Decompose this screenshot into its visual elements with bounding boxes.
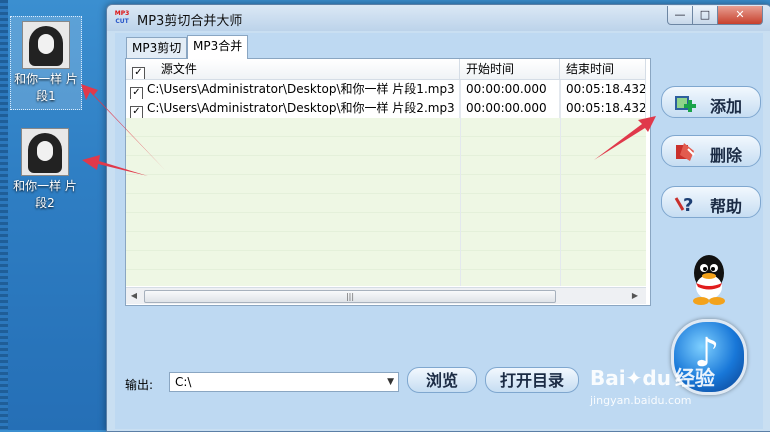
desktop-edge — [0, 0, 8, 430]
delete-button[interactable]: 删除 — [661, 135, 761, 167]
row-checkbox[interactable]: ✓ — [130, 106, 143, 118]
scroll-left-icon[interactable]: ◀ — [128, 290, 140, 302]
title-bar[interactable]: MP3 CUT MP3剪切合并大师 — □ ✕ — [107, 5, 770, 31]
merge-panel: ✓ 源文件 开始时间 结束时间 ✓ C:\Users\Administrator\… — [125, 58, 651, 306]
add-button[interactable]: 添加 — [661, 86, 761, 118]
select-all-checkbox[interactable]: ✓ — [132, 67, 145, 79]
baidu-watermark: Bai✦du 经验 jingyan.baidu.com — [590, 366, 715, 407]
close-button[interactable]: ✕ — [717, 6, 763, 25]
dropdown-arrow-icon[interactable]: ▼ — [387, 373, 394, 391]
app-logo-icon: MP3 CUT — [114, 10, 130, 25]
desktop-file-label: 和你一样 片 段2 — [13, 179, 77, 210]
help-button[interactable]: ? 帮助 — [661, 186, 761, 218]
table-row[interactable]: ✓ C:\Users\Administrator\Desktop\和你一样 片段1… — [126, 80, 646, 99]
desktop-file-label: 和你一样 片 段1 — [14, 72, 78, 103]
delete-file-icon — [676, 143, 695, 161]
svg-text:?: ? — [683, 195, 693, 214]
tab-mp3-cut[interactable]: MP3剪切 — [126, 37, 188, 58]
list-header: ✓ 源文件 开始时间 结束时间 — [126, 59, 646, 80]
column-source-file[interactable]: ✓ 源文件 — [126, 59, 460, 79]
add-file-icon — [675, 96, 696, 112]
file-path-cell: ✓ C:\Users\Administrator\Desktop\和你一样 片段1… — [126, 80, 460, 99]
browse-button[interactable]: 浏览 — [407, 367, 477, 393]
end-time-cell: 00:05:18.432 — [560, 80, 646, 99]
end-time-cell: 00:05:18.432 — [560, 99, 646, 118]
desktop-file-icon-1[interactable]: 和你一样 片 段1 — [10, 16, 82, 110]
table-row[interactable]: ✓ C:\Users\Administrator\Desktop\和你一样 片段2… — [126, 99, 646, 118]
output-path-select[interactable]: C:\ ▼ — [169, 372, 399, 392]
file-list: ✓ C:\Users\Administrator\Desktop\和你一样 片段1… — [126, 80, 646, 286]
horizontal-scrollbar[interactable]: ◀ ||| ▶ — [126, 287, 646, 304]
list-empty-area — [126, 118, 646, 286]
window-title: MP3剪切合并大师 — [137, 14, 243, 29]
scroll-thumb[interactable]: ||| — [144, 290, 556, 303]
column-end-time[interactable]: 结束时间 — [560, 59, 646, 79]
help-icon: ? — [674, 195, 693, 214]
start-time-cell: 00:00:00.000 — [460, 80, 560, 99]
scroll-right-icon[interactable]: ▶ — [629, 290, 641, 302]
file-path-cell: ✓ C:\Users\Administrator\Desktop\和你一样 片段2… — [126, 99, 460, 118]
photo-thumbnail-icon — [21, 128, 69, 176]
maximize-button[interactable]: □ — [692, 6, 718, 25]
photo-thumbnail-icon — [22, 21, 70, 69]
desktop-file-icon-2[interactable]: 和你一样 片 段2 — [10, 124, 80, 214]
qq-penguin-icon[interactable] — [685, 251, 733, 307]
column-start-time[interactable]: 开始时间 — [460, 59, 560, 79]
row-checkbox[interactable]: ✓ — [130, 87, 143, 99]
open-directory-button[interactable]: 打开目录 — [485, 367, 579, 393]
start-time-cell: 00:00:00.000 — [460, 99, 560, 118]
output-label: 输出: — [125, 378, 154, 392]
tab-mp3-merge[interactable]: MP3合并 — [187, 35, 249, 59]
minimize-button[interactable]: — — [667, 6, 693, 25]
